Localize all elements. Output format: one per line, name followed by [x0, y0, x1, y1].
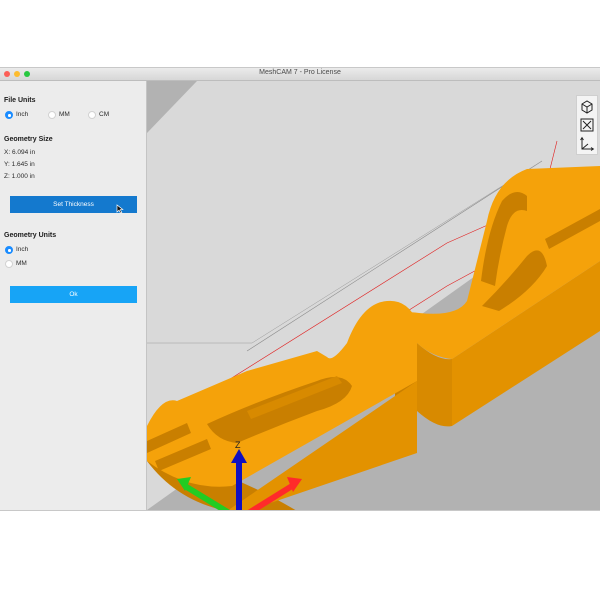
title-bar: MeshCAM 7 - Pro License	[0, 68, 600, 81]
file-units-inch-radio[interactable]	[5, 111, 13, 119]
geometry-units-heading: Geometry Units	[4, 232, 57, 239]
geometry-size-x: X: 6.094 in	[4, 149, 36, 156]
set-thickness-label: Set Thickness	[53, 201, 94, 208]
geometry-units-mm-radio[interactable]	[5, 260, 13, 268]
ok-label: Ok	[69, 291, 78, 298]
file-units-inch-label: Inch	[16, 111, 29, 118]
cube-view-icon[interactable]	[579, 98, 595, 114]
window-title: MeshCAM 7 - Pro License	[259, 69, 341, 76]
ok-button[interactable]: Ok	[10, 286, 137, 303]
geometry-units-inch-label: Inch	[16, 246, 29, 253]
geometry-size-z: Z: 1.000 in	[4, 173, 35, 180]
settings-sidebar: File Units Inch MM CM Geometry Size X: 6…	[0, 81, 147, 510]
view-toolbar	[576, 95, 598, 155]
fit-view-icon[interactable]	[579, 117, 595, 133]
file-units-mm-radio[interactable]	[48, 111, 56, 119]
z-axis-label: Z	[235, 440, 241, 450]
mouse-cursor-icon	[116, 204, 124, 214]
geometry-units-mm-label: MM	[16, 260, 27, 267]
geometry-size-heading: Geometry Size	[4, 136, 53, 143]
file-units-mm-label: MM	[59, 111, 70, 118]
geometry-size-y: Y: 1.645 in	[4, 161, 35, 168]
file-units-cm-label: CM	[99, 111, 110, 118]
file-units-heading: File Units	[4, 97, 36, 104]
app-window: MeshCAM 7 - Pro License File Units Inch …	[0, 68, 600, 510]
3d-viewport[interactable]: Z	[147, 81, 600, 510]
geometry-units-inch-radio[interactable]	[5, 246, 13, 254]
axes-icon[interactable]	[579, 136, 595, 152]
file-units-cm-radio[interactable]	[88, 111, 96, 119]
scene-canvas: Z	[147, 81, 600, 510]
